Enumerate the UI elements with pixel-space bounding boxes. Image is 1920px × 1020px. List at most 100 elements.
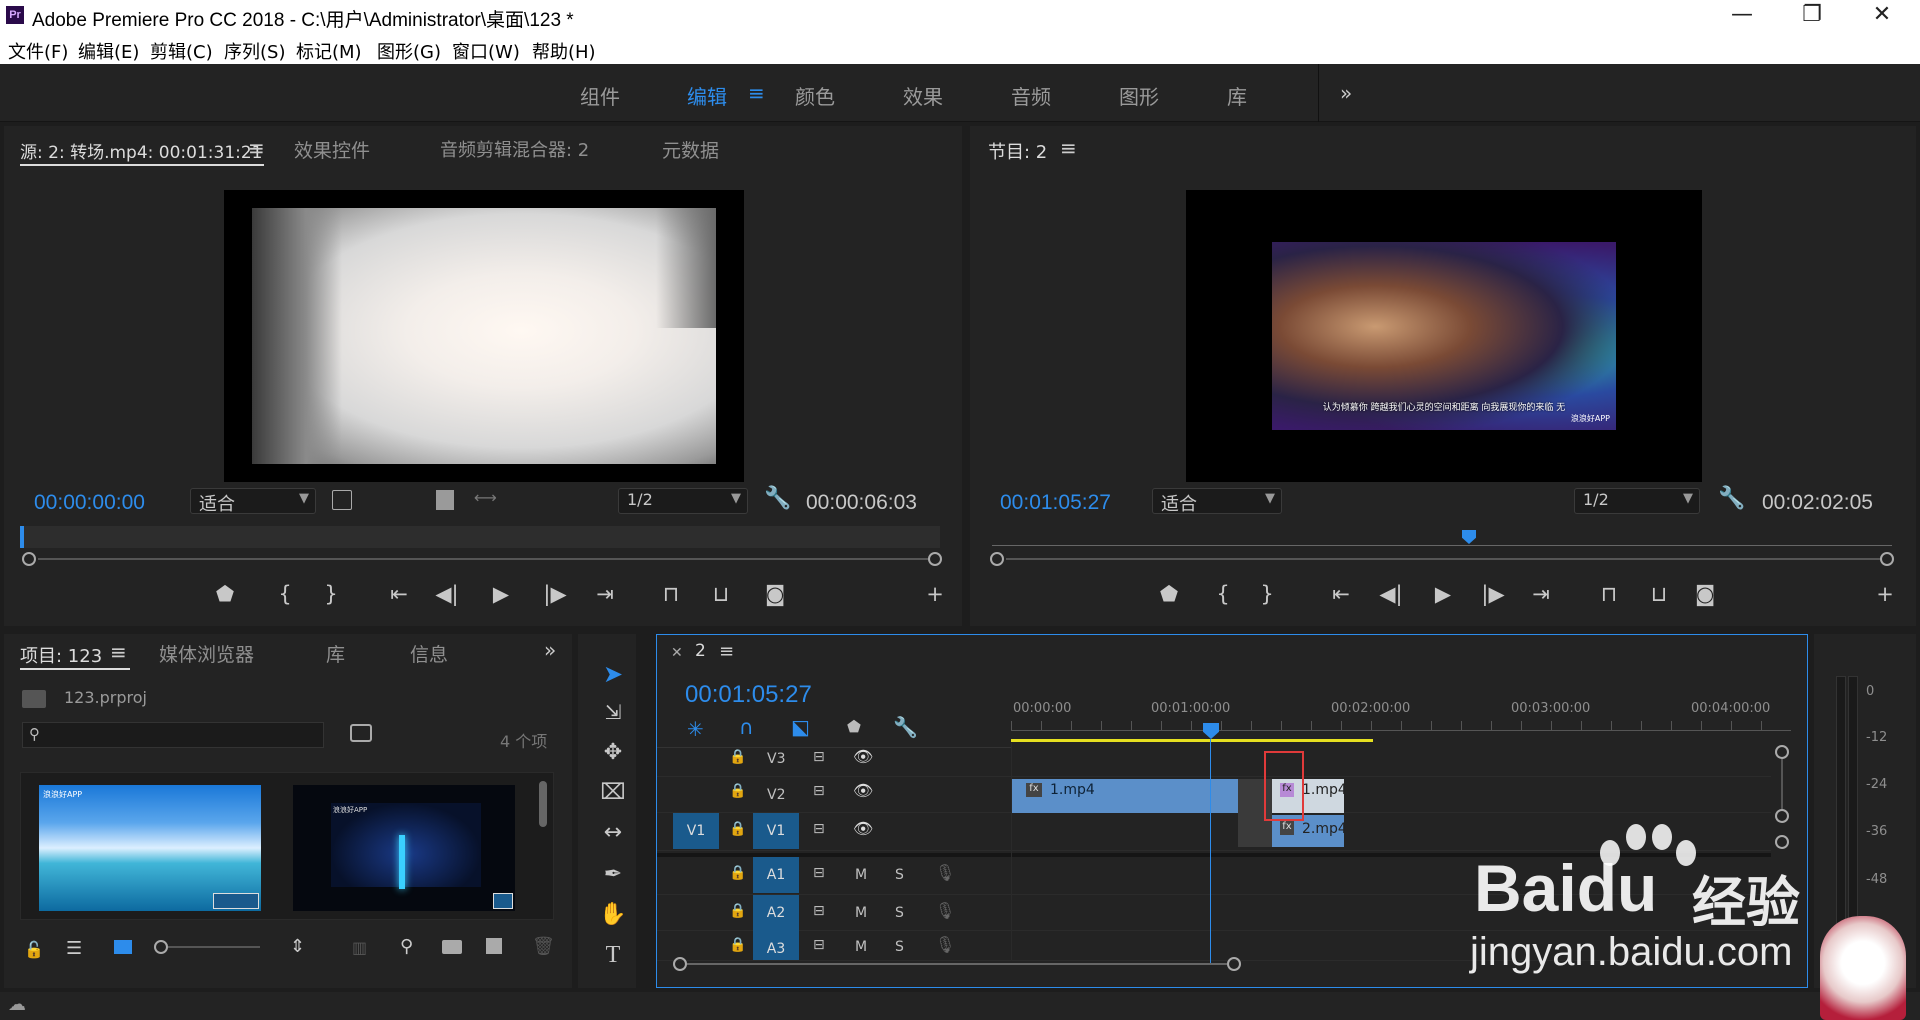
lift-icon[interactable]: ⊓	[1594, 582, 1624, 606]
eye-icon[interactable]: 👁	[853, 819, 873, 838]
workspace-editing[interactable]: 编辑	[687, 81, 727, 110]
solo-button[interactable]: S	[895, 867, 904, 883]
track-target-v1[interactable]: V1	[753, 813, 799, 849]
wrench-icon[interactable]: 🔧	[1718, 486, 1745, 511]
mark-in-icon[interactable]: {	[270, 582, 300, 606]
workspace-graphics[interactable]: 图形	[1119, 81, 1159, 110]
program-video-frame[interactable]: 认为倾慕你 跨越我们心灵的空间和距离 向我展现你的来临 无 浪浪好APP	[1186, 190, 1702, 482]
mic-icon[interactable]: 🎙	[935, 863, 955, 882]
zoom-bar[interactable]	[38, 558, 930, 560]
source-video-frame[interactable]	[224, 190, 744, 482]
add-marker-icon[interactable]: ⬟	[1154, 582, 1184, 606]
insert-icon[interactable]: ⊓	[656, 582, 686, 606]
track-select-tool-icon[interactable]: ⇲	[596, 700, 630, 724]
zoom-handle-left[interactable]	[22, 552, 36, 566]
creative-cloud-icon[interactable]: ☁	[8, 994, 26, 1015]
zoom-slider-handle[interactable]	[154, 940, 168, 954]
track-lock-icon[interactable]: 🔒	[729, 749, 746, 765]
program-timecode[interactable]: 00:01:05:27	[1000, 491, 1111, 515]
menu-file[interactable]: 文件(F)	[8, 38, 68, 64]
program-fit-dropdown[interactable]: 适合 ▼	[1152, 488, 1282, 515]
tab-program[interactable]: 节目: 2	[988, 138, 1047, 164]
zoom-handle-right[interactable]	[1880, 552, 1894, 566]
mute-button[interactable]: M	[855, 905, 867, 921]
panel-menu-icon[interactable]: ≡	[248, 136, 265, 160]
close-tab-icon[interactable]: ✕	[671, 645, 683, 661]
track-target-a1[interactable]: A1	[753, 857, 799, 893]
menu-help[interactable]: 帮助(H)	[532, 38, 596, 64]
sync-lock-icon[interactable]: ⊟	[813, 865, 825, 881]
mute-button[interactable]: M	[855, 939, 867, 955]
camera-icon[interactable]: ◙	[1690, 582, 1720, 606]
sync-lock-icon[interactable]: ⊟	[813, 749, 825, 765]
panel-menu-icon[interactable]: ≡	[1060, 136, 1077, 160]
linked-selection-icon[interactable]: ⬕	[791, 715, 810, 739]
hand-tool-icon[interactable]: ✋	[596, 902, 630, 927]
tab-project[interactable]: 项目: 123	[20, 642, 102, 668]
menu-edit[interactable]: 编辑(E)	[78, 38, 139, 64]
play-icon[interactable]: ▶	[486, 582, 516, 606]
workspace-menu-icon[interactable]: ≡	[748, 81, 765, 105]
timeline-timecode[interactable]: 00:01:05:27	[685, 681, 812, 709]
step-forward-icon[interactable]: |▶	[540, 582, 570, 606]
menu-graphics[interactable]: 图形(G)	[377, 38, 441, 64]
wrench-icon[interactable]: 🔧	[764, 486, 791, 511]
menu-window[interactable]: 窗口(W)	[452, 38, 520, 64]
timeline-settings-icon[interactable]: 🔧	[893, 715, 918, 739]
mic-icon[interactable]: 🎙	[935, 935, 955, 954]
menu-sequence[interactable]: 序列(S)	[224, 38, 285, 64]
track-target-a3[interactable]: A3	[753, 931, 799, 960]
new-bin-icon[interactable]	[442, 940, 462, 954]
go-to-out-icon[interactable]: ⇥	[1526, 582, 1556, 606]
play-icon[interactable]: ▶	[1428, 582, 1458, 606]
source-patch-v1[interactable]: V1	[673, 813, 719, 849]
panel-menu-icon[interactable]: ≡	[110, 640, 127, 664]
sync-lock-icon[interactable]: ⊟	[813, 783, 825, 799]
find-in-bin-icon[interactable]	[350, 724, 372, 742]
restore-icon[interactable]: ❐	[1792, 2, 1832, 27]
h-scroll-track[interactable]	[687, 963, 1227, 965]
track-lock-icon[interactable]: 🔒	[729, 903, 746, 919]
panel-menu-icon[interactable]: ≡	[719, 641, 734, 662]
bin-scrollbar[interactable]	[539, 781, 547, 827]
step-back-icon[interactable]: ◀|	[432, 582, 462, 606]
time-ruler[interactable]	[1011, 721, 1791, 731]
v-scroll-handle-bottom[interactable]	[1775, 809, 1789, 823]
ripple-edit-tool-icon[interactable]: ✥	[596, 740, 630, 765]
h-scroll-handle-right[interactable]	[1227, 957, 1241, 971]
more-panels-icon[interactable]: »	[544, 638, 556, 662]
find-icon[interactable]: ⚲	[400, 936, 413, 957]
step-forward-icon[interactable]: |▶	[1478, 582, 1508, 606]
v-scroll-track[interactable]	[1781, 759, 1783, 809]
workspace-color[interactable]: 颜色	[795, 81, 835, 110]
eye-icon[interactable]: 👁	[853, 747, 873, 766]
lock-icon[interactable]: 🔓	[24, 940, 44, 959]
step-back-icon[interactable]: ◀|	[1376, 582, 1406, 606]
track-lock-icon[interactable]: 🔒	[729, 865, 746, 881]
overwrite-icon[interactable]: ⊔	[706, 582, 736, 606]
pen-tool-icon[interactable]: ✒	[596, 862, 630, 887]
v-scroll-handle-top-audio[interactable]	[1775, 835, 1789, 849]
add-button-icon[interactable]: +	[920, 582, 950, 606]
sync-lock-icon[interactable]: ⊟	[813, 821, 825, 837]
sync-lock-icon[interactable]: ⊟	[813, 937, 825, 953]
track-lock-icon[interactable]: 🔒	[729, 821, 746, 837]
thumbnail-dark-clip[interactable]: 浪浪好APP	[293, 785, 515, 911]
program-resolution-dropdown[interactable]: 1/2 ▼	[1574, 488, 1700, 514]
menu-marker[interactable]: 标记(M)	[296, 38, 362, 64]
safe-margins-icon[interactable]	[332, 490, 352, 510]
zoom-handle-left[interactable]	[990, 552, 1004, 566]
tab-libraries[interactable]: 库	[326, 640, 345, 667]
program-time-ruler[interactable]	[992, 530, 1892, 546]
selection-tool-icon[interactable]: ➤	[596, 660, 630, 688]
thumbnail-sky-clip[interactable]: 浪浪好APP	[39, 785, 261, 911]
eye-icon[interactable]: 👁	[853, 781, 873, 800]
more-workspaces-icon[interactable]: »	[1340, 81, 1352, 105]
zoom-handle-right[interactable]	[928, 552, 942, 566]
camera-icon[interactable]: ◙	[760, 582, 790, 606]
new-item-icon[interactable]	[486, 938, 502, 954]
source-timecode[interactable]: 00:00:00:00	[34, 491, 145, 515]
zoom-bar[interactable]	[1006, 558, 1882, 560]
automate-icon[interactable]: ▥	[352, 938, 367, 957]
slip-tool-icon[interactable]: ↔	[596, 820, 630, 845]
